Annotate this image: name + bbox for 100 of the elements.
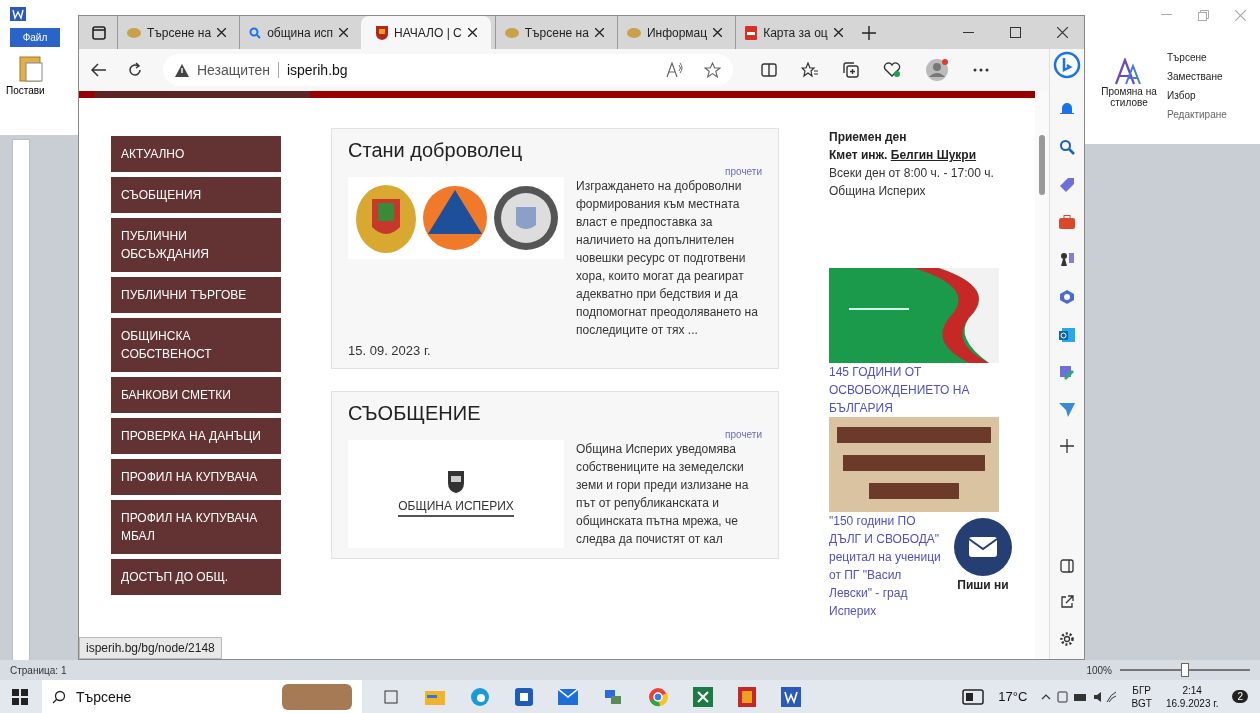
article-text: Община Исперих уведомява собствениците на земеделски земи и гори преди излизане на път от републиканската и общинската пътна мрежа, че следва да почистят от кал — [576, 441, 750, 548]
app-icon[interactable] — [738, 686, 756, 707]
scrollbar[interactable] — [1035, 91, 1049, 659]
mayor-label: Кмет инж. — [829, 148, 888, 162]
banner-link[interactable]: 145 ГОДИНИ ОТ ОСВОБОЖДЕНИЕТО НА БЪЛГАРИЯ — [829, 363, 999, 417]
settings-icon[interactable] — [1059, 631, 1075, 647]
find-button[interactable]: Търсене — [1167, 52, 1227, 63]
logo-image: ОБЩИНА ИСПЕРИХ — [348, 440, 564, 548]
nav-link[interactable]: ПУБЛИЧНИ ТЪРГОВЕ — [111, 277, 281, 313]
add-icon[interactable] — [1060, 439, 1074, 453]
search-icon — [249, 26, 262, 39]
time-zone: BGT — [1131, 696, 1152, 710]
word-icon[interactable] — [781, 686, 801, 707]
styles-icon[interactable] — [1114, 58, 1144, 86]
nav-link[interactable]: АКТУАЛНО — [111, 136, 281, 172]
word-icon[interactable] — [10, 7, 26, 21]
nav-link[interactable]: ПРОВЕРКА НА ДАНЪЦИ — [111, 418, 281, 454]
article-date: 15. 09. 2023 г. — [348, 343, 432, 358]
contact-label[interactable]: Пиши ни — [957, 576, 1009, 594]
input-language[interactable]: БГР — [1132, 683, 1151, 697]
paint-icon[interactable] — [1059, 365, 1075, 381]
reception-title: Приемен ден — [829, 129, 908, 146]
minimize-icon[interactable] — [963, 31, 974, 34]
nav-link[interactable]: СЪОБЩЕНИЯ — [111, 177, 281, 213]
new-tab-icon[interactable] — [861, 25, 876, 40]
split-screen-icon[interactable] — [761, 63, 777, 77]
banner-link[interactable]: "150 години ПО ДЪЛГ И СВОБОДА" рецитал на ученици от ПГ "Васил Левски" - град Исперих — [829, 512, 947, 620]
close-icon[interactable] — [594, 28, 604, 37]
hexagon-icon[interactable] — [1059, 289, 1075, 305]
star-icon[interactable] — [704, 62, 721, 78]
nav-link[interactable]: БАНКОВИ СМЕТКИ — [111, 377, 281, 413]
nav-link[interactable]: ПУБЛИЧНИ ОБСЪЖДАНИЯ — [111, 218, 281, 272]
search-icon — [52, 689, 66, 704]
reception-hours: Всеки ден от 8:00 ч. - 17:00 ч. — [829, 165, 995, 182]
read-aloud-icon[interactable] — [666, 62, 684, 78]
address-bar[interactable]: Незащитен isperih.bg — [163, 54, 733, 86]
folder-icon[interactable] — [425, 688, 445, 705]
browser-tab[interactable]: НАЧАЛО | С — [361, 16, 491, 49]
heart-icon[interactable] — [883, 62, 901, 78]
refresh-icon[interactable] — [127, 62, 143, 78]
article-title[interactable]: Стани доброволец — [348, 139, 762, 162]
start-icon[interactable] — [12, 688, 28, 705]
bing-chat-icon[interactable] — [1053, 51, 1081, 79]
notification-badge[interactable]: 2 — [1232, 690, 1248, 703]
search-icon[interactable] — [1059, 139, 1075, 155]
tab-actions-icon[interactable] — [91, 24, 107, 41]
nav-link[interactable]: ПРОФИЛ НА КУПУВАЧА МБАЛ — [111, 500, 281, 554]
external-link-icon[interactable] — [1060, 595, 1074, 609]
task-view-icon[interactable] — [382, 687, 400, 706]
sidebar-icon[interactable] — [1060, 559, 1074, 573]
temperature[interactable]: 17°C — [998, 689, 1028, 704]
back-icon[interactable] — [91, 63, 107, 77]
replace-button[interactable]: Заместване — [1167, 71, 1227, 82]
crest-icon — [376, 25, 389, 40]
reception-place: Община Исперих — [829, 183, 927, 200]
chrome-icon[interactable] — [648, 686, 668, 707]
file-tab[interactable]: Файл — [10, 28, 60, 47]
taskbar-search[interactable]: Търсене — [42, 680, 362, 713]
flag-ribbon-banner[interactable] — [829, 268, 999, 363]
paste-button[interactable]: Постави — [6, 85, 45, 96]
briefcase-icon[interactable] — [1059, 215, 1075, 229]
parchment-banner[interactable] — [829, 417, 999, 512]
change-styles-button[interactable]: Промяна на стилове — [1099, 86, 1159, 108]
weather-icon[interactable] — [962, 688, 985, 705]
excel-icon[interactable] — [693, 686, 713, 707]
tag-icon[interactable] — [1059, 177, 1075, 193]
close-icon[interactable] — [833, 28, 843, 37]
maximize-icon[interactable] — [1010, 27, 1021, 38]
tray-icons[interactable] — [1041, 689, 1118, 704]
page-count: Страница: 1 — [10, 664, 67, 676]
nav-link[interactable]: ОБЩИНСКА СОБСТВЕНОСТ — [111, 318, 281, 372]
favorites-icon[interactable] — [801, 62, 819, 78]
status-url-tooltip: isperih.bg/bg/node/2148 — [79, 637, 222, 659]
slider-thumb[interactable] — [1181, 663, 1189, 677]
close-icon[interactable] — [339, 28, 349, 37]
clock-time[interactable]: 2:14 — [1182, 683, 1202, 697]
article-text: Изграждането на доброволни формирования към местната власт е предпоставка за наличието на допълнителен човешки ресурс от подготвени хора, които могат да реагират адекватно при бедствия и да подпомогнат преодоляването на последиците от тях ... — [576, 178, 759, 339]
close-icon[interactable] — [1057, 27, 1068, 38]
close-icon[interactable] — [467, 28, 477, 37]
more-icon[interactable] — [973, 68, 989, 72]
pdf-icon — [745, 25, 758, 40]
clipboard-icon — [18, 53, 44, 83]
select-button[interactable]: Избор — [1167, 90, 1227, 101]
outlook-icon[interactable] — [1059, 327, 1075, 343]
clock-date[interactable]: 16.9.2023 г. — [1165, 696, 1219, 710]
collections-icon[interactable] — [843, 62, 859, 78]
mayor-name-link[interactable]: Белгин Шукри — [890, 148, 977, 162]
zoom-level: 100% — [1086, 664, 1112, 676]
warning-icon — [175, 63, 189, 77]
read-more-link[interactable]: прочети — [725, 429, 762, 440]
mail-icon[interactable] — [558, 688, 578, 705]
read-more-link[interactable]: прочети — [725, 166, 762, 177]
close-icon[interactable] — [217, 28, 227, 37]
article-title[interactable]: СЪОБЩЕНИЕ — [348, 402, 762, 425]
close-icon[interactable] — [713, 28, 723, 37]
nav-link[interactable]: ПРОФИЛ НА КУПУВАЧА — [111, 459, 281, 495]
mail-button[interactable] — [954, 518, 1012, 576]
nav-link[interactable]: ДОСТЪП ДО ОБЩ. — [111, 559, 281, 595]
profile-icon[interactable] — [925, 58, 949, 82]
group-label: Редактиране — [1167, 109, 1227, 120]
